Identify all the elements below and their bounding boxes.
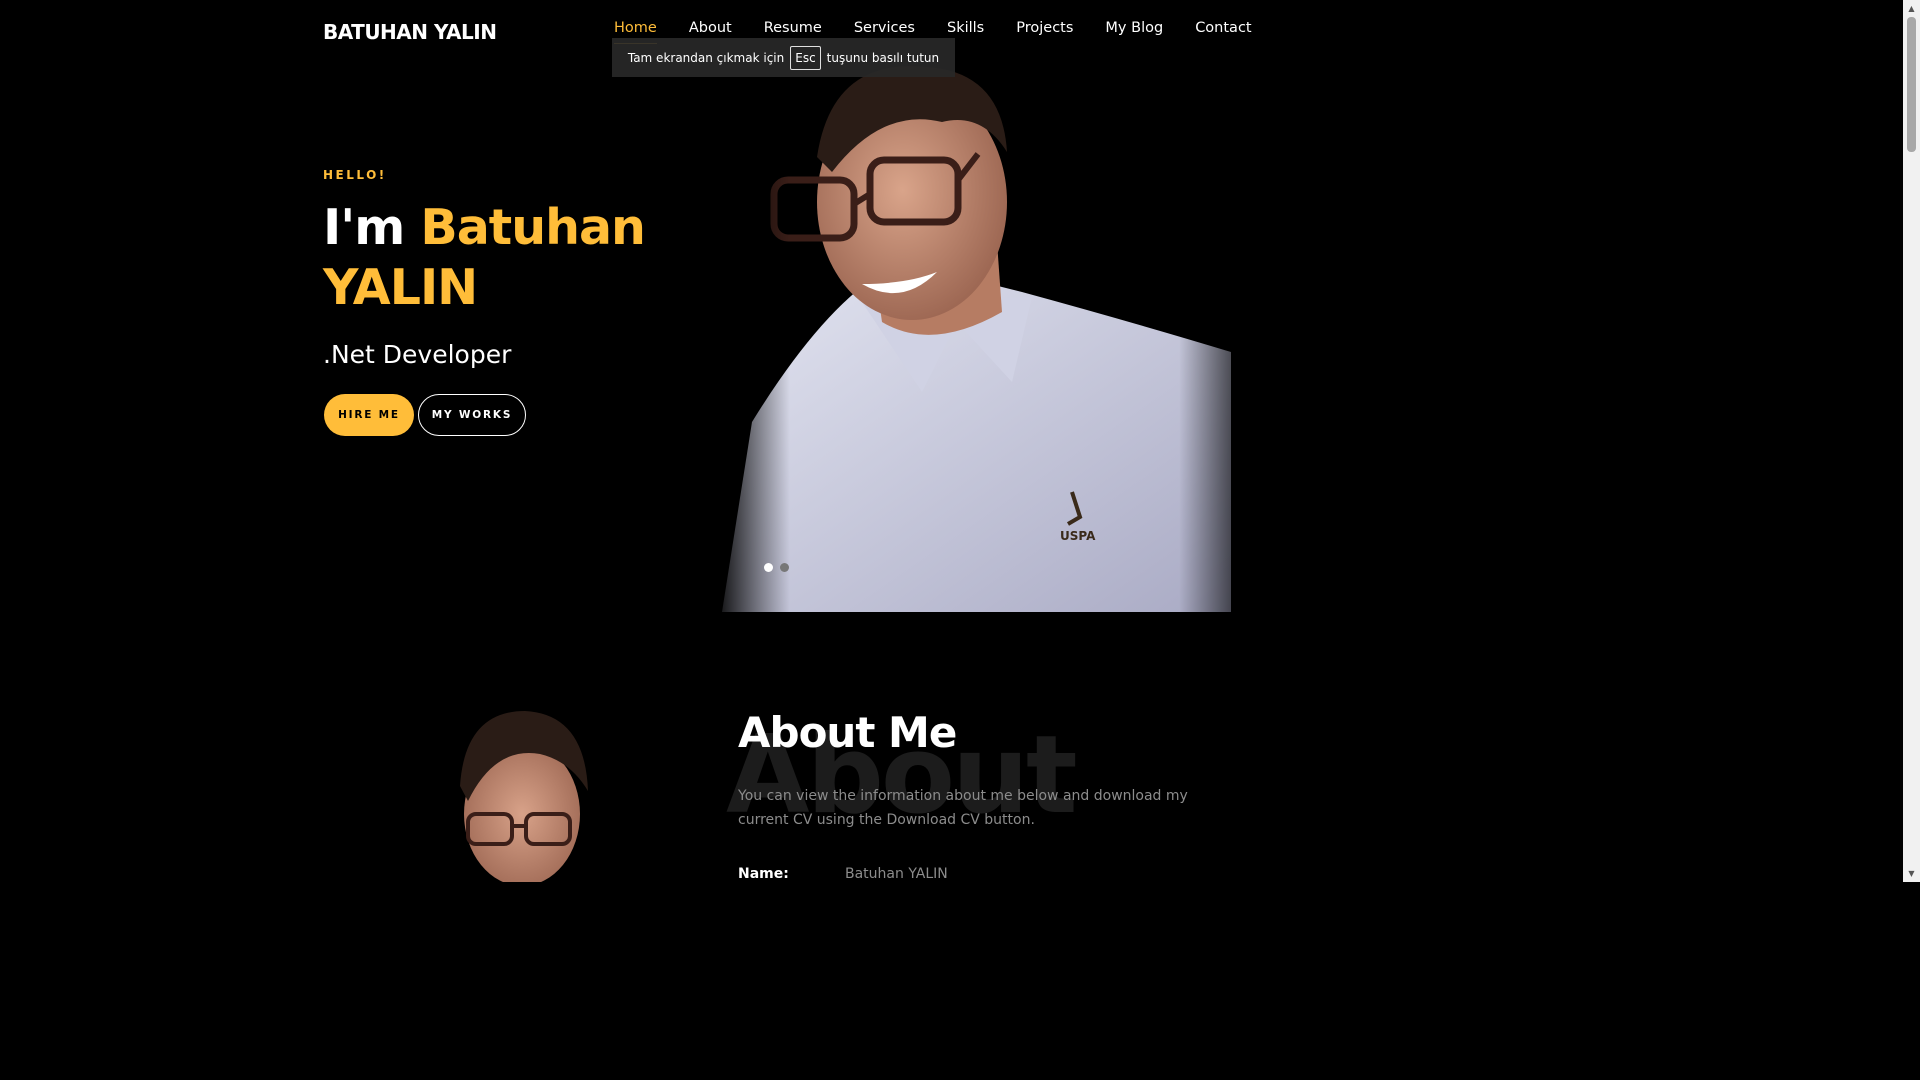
hero-title: I'm Batuhan YALIN	[323, 198, 723, 318]
about-description: You can view the information about me be…	[738, 788, 1188, 828]
slider-dots	[764, 563, 789, 572]
slider-dot-2[interactable]	[780, 563, 789, 572]
fullscreen-exit-hint: Tam ekrandan çıkmak için Esc tuşunu bası…	[612, 38, 955, 77]
scroll-down-arrow-icon[interactable]: ▼	[1903, 865, 1920, 882]
my-works-button[interactable]: MY WORKS	[418, 394, 526, 436]
nav-projects[interactable]: Projects	[1016, 20, 1073, 40]
fullscreen-hint-before: Tam ekrandan çıkmak için	[627, 50, 785, 65]
hero-title-prefix: I'm	[323, 199, 405, 256]
nav-services[interactable]: Services	[854, 20, 915, 40]
brand-logo[interactable]: BATUHAN YALIN	[323, 20, 497, 44]
nav-about[interactable]: About	[689, 20, 732, 40]
page-scrollbar[interactable]: ▲ ▼	[1903, 0, 1920, 882]
nav-skills[interactable]: Skills	[947, 20, 984, 40]
about-portrait-image	[440, 706, 610, 882]
scrollbar-thumb[interactable]	[1907, 17, 1916, 152]
about-name-label: Name:	[738, 866, 789, 882]
esc-key-badge: Esc	[790, 45, 821, 70]
about-info-row-name: Name: Batuhan YALIN	[738, 866, 948, 882]
about-name-value: Batuhan YALIN	[845, 866, 948, 882]
hire-me-button[interactable]: HIRE ME	[324, 394, 414, 436]
nav-contact[interactable]: Contact	[1195, 20, 1251, 40]
main-nav: Home About Resume Services Skills Projec…	[614, 20, 1284, 44]
hero-subtitle: .Net Developer	[323, 340, 512, 369]
hero-portrait-image: USPA	[712, 62, 1231, 612]
slider-dot-1[interactable]	[764, 563, 773, 572]
about-title: About Me	[738, 708, 957, 757]
scroll-up-arrow-icon[interactable]: ▲	[1903, 0, 1920, 17]
fullscreen-hint-after: tuşunu basılı tutun	[826, 50, 940, 65]
nav-resume[interactable]: Resume	[764, 20, 822, 40]
hero-greeting: HELLO!	[323, 168, 387, 182]
nav-my-blog[interactable]: My Blog	[1105, 20, 1163, 40]
nav-home[interactable]: Home	[614, 20, 657, 44]
